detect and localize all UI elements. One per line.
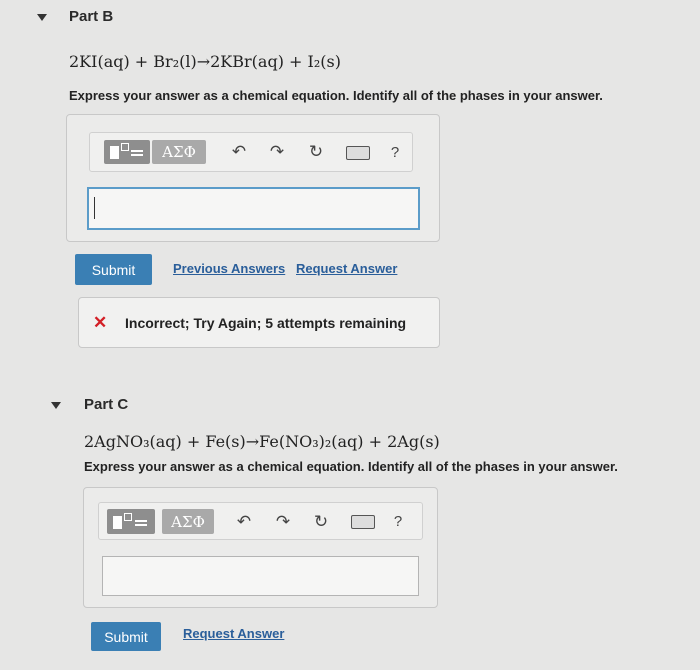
help-button[interactable]: ? bbox=[386, 140, 404, 164]
templates-icon[interactable] bbox=[104, 140, 150, 164]
previous-answers-link[interactable]: Previous Answers bbox=[173, 261, 285, 276]
keyboard-icon[interactable] bbox=[346, 146, 370, 160]
collapse-caret-icon[interactable] bbox=[51, 402, 61, 409]
help-button[interactable]: ? bbox=[389, 509, 407, 534]
part-b-answer-panel: ΑΣΦ ↶ ↷ ↻ ? bbox=[66, 114, 440, 242]
text-cursor bbox=[94, 197, 95, 219]
reset-icon[interactable]: ↻ bbox=[310, 509, 332, 534]
incorrect-icon: ✕ bbox=[93, 313, 108, 332]
part-b-submit-button[interactable]: Submit bbox=[75, 254, 152, 285]
collapse-caret-icon[interactable] bbox=[37, 14, 47, 21]
part-b-title: Part B bbox=[69, 8, 114, 25]
part-c-request-answer-link[interactable]: Request Answer bbox=[183, 626, 284, 641]
part-b-answer-input[interactable] bbox=[87, 187, 420, 230]
part-c-answer-panel: ΑΣΦ ↶ ↷ ↻ ? bbox=[83, 487, 438, 608]
part-c-toolbar: ΑΣΦ ↶ ↷ ↻ ? bbox=[98, 502, 423, 540]
undo-icon[interactable]: ↶ bbox=[233, 509, 255, 534]
undo-icon[interactable]: ↶ bbox=[228, 140, 250, 164]
greek-symbols-button[interactable]: ΑΣΦ bbox=[162, 509, 214, 534]
part-c-equation: 2AgNO₃(aq) + Fe(s)→Fe(NO₃)₂(aq) + 2Ag(s) bbox=[84, 432, 440, 451]
keyboard-icon[interactable] bbox=[351, 515, 375, 529]
part-c-answer-input[interactable] bbox=[102, 556, 419, 596]
greek-symbols-button[interactable]: ΑΣΦ bbox=[152, 140, 206, 164]
feedback-message: Incorrect; Try Again; 5 attempts remaini… bbox=[125, 315, 407, 331]
reset-icon[interactable]: ↻ bbox=[305, 140, 327, 164]
part-b-equation: 2KI(aq) + Br₂(l)→2KBr(aq) + I₂(s) bbox=[69, 52, 341, 71]
part-b-request-answer-link[interactable]: Request Answer bbox=[296, 261, 397, 276]
part-c-instructions: Express your answer as a chemical equati… bbox=[84, 459, 618, 474]
redo-icon[interactable]: ↷ bbox=[266, 140, 288, 164]
part-c-submit-button[interactable]: Submit bbox=[91, 622, 161, 651]
redo-icon[interactable]: ↷ bbox=[272, 509, 294, 534]
part-c-title: Part C bbox=[84, 396, 129, 413]
part-b-toolbar: ΑΣΦ ↶ ↷ ↻ ? bbox=[89, 132, 413, 172]
feedback-box: ✕ Incorrect; Try Again; 5 attempts remai… bbox=[78, 297, 440, 348]
templates-icon[interactable] bbox=[107, 509, 155, 534]
part-b-instructions: Express your answer as a chemical equati… bbox=[69, 88, 603, 103]
